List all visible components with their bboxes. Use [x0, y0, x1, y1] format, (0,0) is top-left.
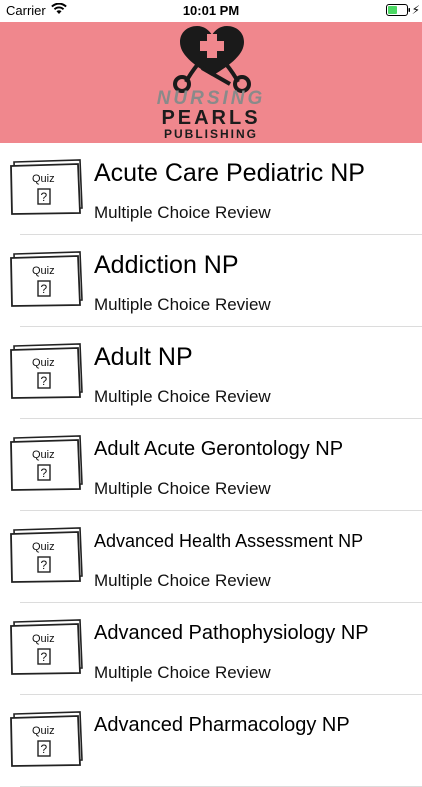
- list-item[interactable]: Quiz ? Advanced Pathophysiology NP Multi…: [0, 603, 422, 695]
- quiz-label: Quiz: [32, 357, 55, 369]
- clock: 10:01 PM: [182, 3, 240, 18]
- quiz-card-icon: Quiz ?: [10, 251, 83, 307]
- item-subtitle: Multiple Choice Review: [94, 479, 271, 498]
- question-mark-icon: ?: [41, 558, 48, 572]
- item-title: Adult Acute Gerontology NP: [94, 438, 344, 460]
- item-title: Advanced Pathophysiology NP: [94, 622, 369, 644]
- item-title: Advanced Pharmacology NP: [94, 714, 350, 736]
- item-title: Addiction NP: [94, 251, 239, 279]
- list-item[interactable]: Quiz ? Advanced Health Assessment NP Mul…: [0, 511, 422, 603]
- item-subtitle: Multiple Choice Review: [94, 571, 271, 590]
- question-mark-icon: ?: [41, 190, 48, 204]
- battery-icon: [386, 4, 410, 16]
- question-mark-icon: ?: [41, 466, 48, 480]
- quiz-label: Quiz: [32, 173, 55, 185]
- item-subtitle: Multiple Choice Review: [94, 203, 271, 222]
- question-mark-icon: ?: [41, 650, 48, 664]
- quiz-label: Quiz: [32, 265, 55, 277]
- item-title: Acute Care Pediatric NP: [94, 159, 365, 187]
- quiz-card-icon: Quiz ?: [10, 711, 83, 767]
- question-mark-icon: ?: [41, 282, 48, 296]
- list-item[interactable]: Quiz ? Advanced Pharmacology NP: [0, 695, 422, 787]
- app-header: NURSING PEARLS PUBLISHING: [0, 22, 422, 143]
- quiz-label: Quiz: [32, 725, 55, 737]
- quiz-card-icon: Quiz ?: [10, 527, 83, 583]
- quiz-label: Quiz: [32, 633, 55, 645]
- quiz-card-icon: Quiz ?: [10, 435, 83, 491]
- list-item[interactable]: Quiz ? Adult NP Multiple Choice Review: [0, 327, 422, 419]
- list-item[interactable]: Quiz ? Adult Acute Gerontology NP Multip…: [0, 419, 422, 511]
- quiz-card-icon: Quiz ?: [10, 159, 83, 215]
- quiz-label: Quiz: [32, 541, 55, 553]
- logo-line-publishing: PUBLISHING: [163, 127, 258, 141]
- status-bar: Carrier 10:01 PM ⚡︎: [0, 0, 422, 22]
- question-mark-icon: ?: [41, 742, 48, 756]
- course-list: Quiz ? Acute Care Pediatric NP Multiple …: [0, 143, 422, 787]
- charging-icon: ⚡︎: [411, 3, 420, 17]
- list-item[interactable]: Quiz ? Addiction NP Multiple Choice Revi…: [0, 235, 422, 327]
- item-subtitle: Multiple Choice Review: [94, 387, 271, 406]
- quiz-card-icon: Quiz ?: [10, 343, 83, 399]
- item-subtitle: Multiple Choice Review: [94, 295, 271, 314]
- question-mark-icon: ?: [41, 374, 48, 388]
- quiz-label: Quiz: [32, 449, 55, 461]
- item-title: Advanced Health Assessment NP: [94, 531, 364, 551]
- list-item[interactable]: Quiz ? Acute Care Pediatric NP Multiple …: [0, 143, 422, 235]
- quiz-card-icon: Quiz ?: [10, 619, 83, 675]
- item-title: Adult NP: [94, 343, 193, 371]
- item-subtitle: Multiple Choice Review: [94, 663, 271, 682]
